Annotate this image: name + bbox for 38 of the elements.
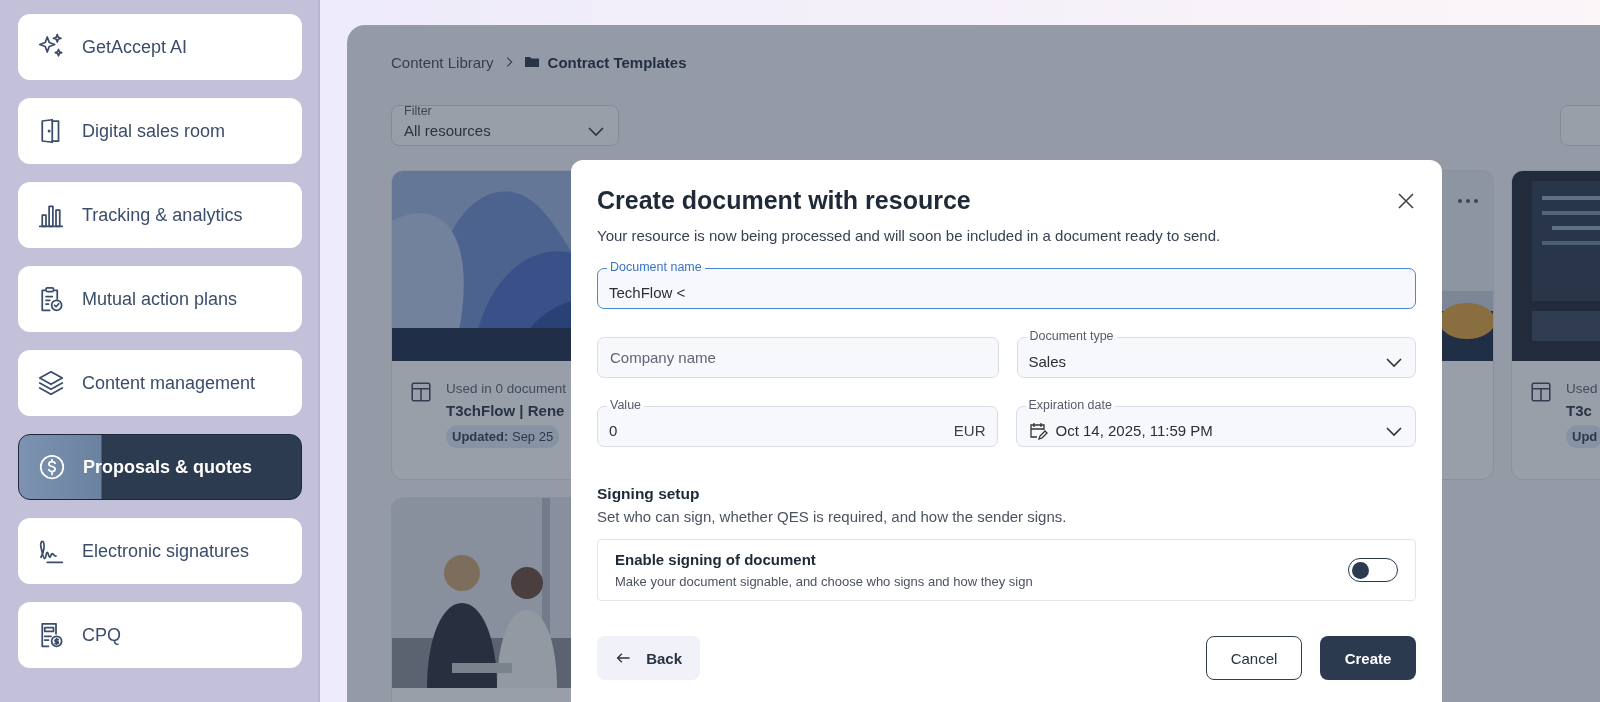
sidebar-item[interactable]: Digital sales room <box>18 98 302 164</box>
option-description: Make your document signable, and choose who signs and how they sign <box>615 574 1034 589</box>
option-title: Enable signing of document <box>615 551 817 568</box>
back-button[interactable]: Back <box>597 636 700 680</box>
usage-count: Used in 0 document <box>446 381 567 396</box>
breadcrumb-link[interactable]: Content Library <box>391 53 494 71</box>
currency-label: EUR <box>953 422 986 439</box>
sidebar-item[interactable]: Electronic signatures <box>18 518 302 584</box>
sidebar-item[interactable]: CPQ <box>18 602 302 668</box>
more-icon[interactable] <box>1458 199 1478 203</box>
create-button[interactable]: Create <box>1320 636 1416 680</box>
document-type-dropdown[interactable]: Document type Sales <box>1016 328 1416 378</box>
sidebar-item[interactable]: Content management <box>18 350 302 416</box>
card-title: T3chFlow | Rene <box>446 402 565 419</box>
layout-icon <box>1530 381 1552 403</box>
folder-icon <box>523 54 540 70</box>
section-title: Signing setup <box>597 485 701 503</box>
company-name-field[interactable]: Company name <box>597 337 999 378</box>
updated-badge: Upd <box>1566 425 1600 448</box>
calendar-edit-icon <box>1027 420 1048 441</box>
usage-count: Used <box>1566 381 1598 396</box>
dollar-icon <box>37 452 67 482</box>
section-description: Set who can sign, whether QES is required, and how the sender signs. <box>597 508 1068 525</box>
sidebar-item[interactable]: GetAccept AI <box>18 14 302 80</box>
filter-dropdown[interactable]: Filter All resources <box>391 105 619 146</box>
sidebar-item[interactable]: Tracking & analytics <box>18 182 302 248</box>
close-icon[interactable] <box>1396 190 1416 211</box>
layout-icon <box>410 381 432 403</box>
breadcrumb-current: Contract Templates <box>547 53 687 71</box>
resource-card[interactable]: Used T3c Upd <box>1511 170 1600 480</box>
card-title: T3c <box>1566 402 1592 419</box>
layers-icon <box>36 368 66 398</box>
sidebar-item[interactable]: Proposals & quotes <box>18 434 302 500</box>
cancel-button[interactable]: Cancel <box>1206 636 1302 680</box>
toggle-switch[interactable] <box>1348 558 1398 582</box>
updated-badge: Updated: Sep 25 <box>446 425 560 448</box>
expiration-date-picker[interactable]: Expiration date Oct 14, 2025, 11:59 PM <box>1015 397 1416 447</box>
sidebar-item[interactable]: Mutual action plans <box>18 266 302 332</box>
